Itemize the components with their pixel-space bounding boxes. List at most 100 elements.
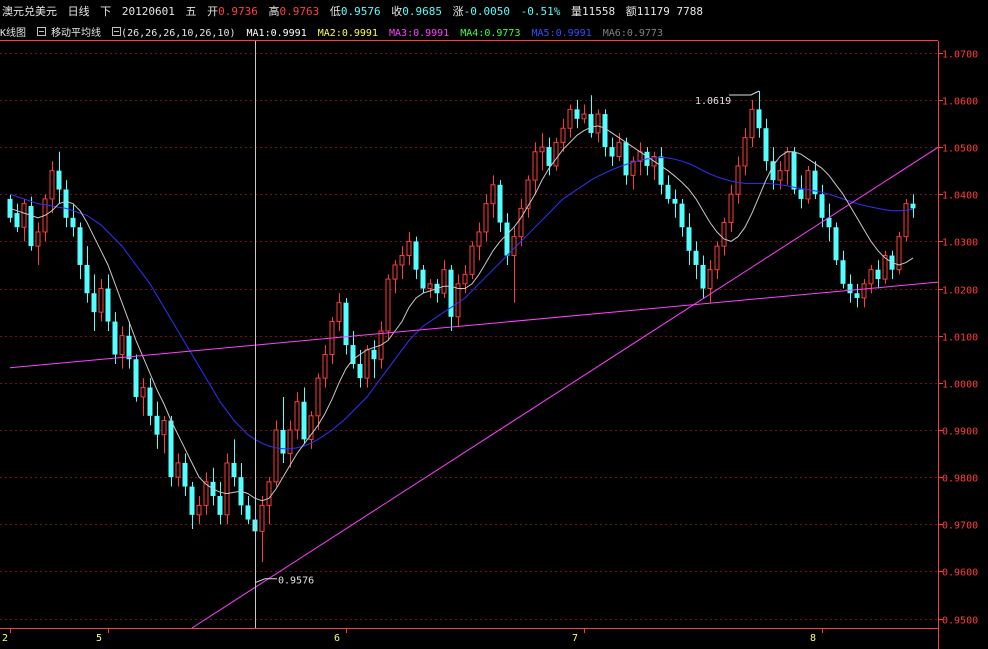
candle-body-up (476, 231, 482, 247)
trendline[interactable] (191, 146, 939, 629)
candle-body-up (728, 193, 734, 224)
candle-body-up (553, 141, 559, 167)
candle-body-down (546, 147, 552, 166)
candle-body-up (469, 245, 475, 275)
y-axis: 1.0700 1.0600 1.0500 1.0400 1.0300 1.0200 1.01… (938, 50, 978, 627)
candle-body-up (119, 335, 125, 356)
candle-body-down (168, 420, 174, 478)
candle-body-up (294, 401, 300, 431)
x-tick-label: 2 (2, 633, 8, 644)
candle-body-down (7, 198, 13, 218)
candle-body-down (756, 109, 762, 129)
candle-body-down (693, 250, 699, 265)
candle-body-down (357, 363, 363, 379)
candle-body-up (581, 113, 587, 120)
candle-body-down (182, 462, 188, 487)
candle-body-up (532, 151, 538, 181)
candle-body-up (462, 273, 468, 285)
candle-body-up (518, 207, 524, 238)
candle-body-down (280, 429, 286, 454)
candle-body-up (777, 170, 783, 181)
candle-body-up (161, 420, 167, 436)
candle-body-up (224, 462, 230, 516)
ma1-line (9, 156, 914, 450)
candle-body-up (595, 113, 601, 134)
candle-body-down (588, 114, 594, 133)
y-tick-label: 1.0000 (942, 380, 978, 391)
y-tick-label: 1.0600 (942, 97, 978, 108)
candle-body-up (560, 127, 566, 143)
candle-body-down (343, 302, 349, 346)
trendline[interactable] (9, 281, 939, 369)
candle-body-up (336, 302, 342, 323)
y-tick-label: 1.0300 (942, 238, 978, 249)
candle-body-down (658, 156, 664, 185)
y-tick-label: 0.9600 (942, 568, 978, 579)
candle-body-up (630, 160, 636, 176)
candle-body-down (798, 189, 804, 199)
candle-body-down (700, 264, 706, 289)
candle-body-up (21, 203, 27, 228)
candle-body-up (175, 462, 181, 478)
candle-body-down (371, 349, 377, 360)
x-axis: 25678910 (2, 628, 823, 644)
candle-body-down (126, 335, 132, 360)
x-tick-label: 6 (334, 633, 340, 644)
candle-body-down (189, 486, 195, 515)
candle-body-down (413, 241, 419, 270)
candle-body-up (742, 137, 748, 167)
candle-body-down (686, 227, 692, 251)
y-tick-label: 1.0400 (942, 191, 978, 202)
candle-body-up (196, 504, 202, 516)
candle-body-up (287, 429, 293, 455)
candle-body-down (14, 213, 20, 228)
candle-body-up (707, 269, 713, 290)
candle-body-down (63, 189, 69, 218)
candle-body-up (539, 146, 545, 153)
candle-body-up (273, 429, 279, 483)
candle-body-up (140, 387, 146, 398)
candle-body-up (385, 278, 391, 332)
candle-body-down (910, 203, 916, 209)
y-tick-label: 1.0700 (942, 50, 978, 61)
candle-body-up (98, 288, 104, 313)
candle-body-down (504, 222, 510, 256)
candle-body-up (511, 236, 517, 257)
candle-body-down (245, 505, 251, 520)
candle-body-down (609, 147, 615, 157)
candle-body-up (749, 108, 755, 139)
candle-body-down (84, 264, 90, 294)
candle-body-up (259, 504, 265, 532)
candle-body-up (861, 283, 867, 299)
candle-body-down (77, 227, 83, 265)
y-tick-label: 0.9800 (942, 474, 978, 485)
moving-average-lines (9, 125, 914, 502)
candle-body-up (784, 151, 790, 172)
low-marker-label: 0.9576 (278, 576, 314, 587)
y-tick-label: 1.0500 (942, 144, 978, 155)
candlestick-chart[interactable]: 1.0700 1.0600 1.0500 1.0400 1.0300 1.0200 1.01… (0, 0, 988, 649)
candle-body-up (35, 231, 41, 247)
candle-body-down (833, 227, 839, 261)
candle-body-up (483, 203, 489, 233)
candle-body-down (497, 184, 503, 223)
candle-body-down (420, 269, 426, 289)
candle-body-down (665, 184, 671, 199)
candle-body-up (392, 264, 398, 280)
candle-body-down (301, 401, 307, 440)
candle-body-down (70, 217, 76, 228)
candle-body-down (56, 170, 62, 190)
candle-body-down (791, 151, 797, 190)
candle-body-up (322, 354, 328, 379)
candle-body-up (735, 165, 741, 195)
candle-body-up (364, 349, 370, 379)
y-tick-label: 0.9900 (942, 427, 978, 438)
candle-body-up (567, 108, 573, 129)
grid-lines (0, 53, 938, 620)
candle-body-down (679, 203, 685, 228)
candle-body-down (231, 462, 237, 478)
x-tick-label: 7 (572, 633, 578, 644)
candle-body-down (448, 269, 454, 317)
candle-body-down (91, 293, 97, 313)
candle-body-up (49, 170, 55, 200)
